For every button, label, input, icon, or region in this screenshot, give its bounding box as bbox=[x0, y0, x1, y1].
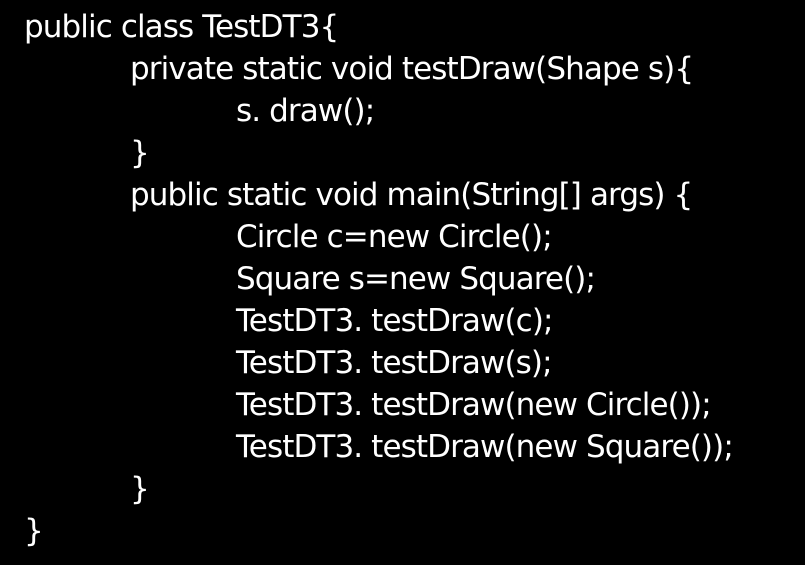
code-line-circle-declaration: Circle c=new Circle(); bbox=[236, 219, 553, 255]
code-line-class-declaration: public class TestDT3{ bbox=[24, 9, 339, 45]
code-line-draw-call: s. draw(); bbox=[236, 93, 375, 129]
code-line-testdraw-new-circle: TestDT3. testDraw(new Circle()); bbox=[236, 387, 712, 423]
code-line-square-declaration: Square s=new Square(); bbox=[236, 261, 596, 297]
code-line-testdraw-new-square: TestDT3. testDraw(new Square()); bbox=[236, 429, 734, 465]
code-slide: public class TestDT3{ private static voi… bbox=[0, 0, 805, 565]
code-line-main-close: } bbox=[130, 471, 150, 507]
code-line-testdraw-signature: private static void testDraw(Shape s){ bbox=[130, 51, 694, 87]
code-line-testdraw-close: } bbox=[130, 135, 150, 171]
code-line-class-close: } bbox=[24, 513, 44, 549]
code-line-main-signature: public static void main(String[] args) { bbox=[130, 177, 693, 213]
code-line-testdraw-square-var: TestDT3. testDraw(s); bbox=[236, 345, 553, 381]
code-line-testdraw-circle-var: TestDT3. testDraw(c); bbox=[236, 303, 553, 339]
